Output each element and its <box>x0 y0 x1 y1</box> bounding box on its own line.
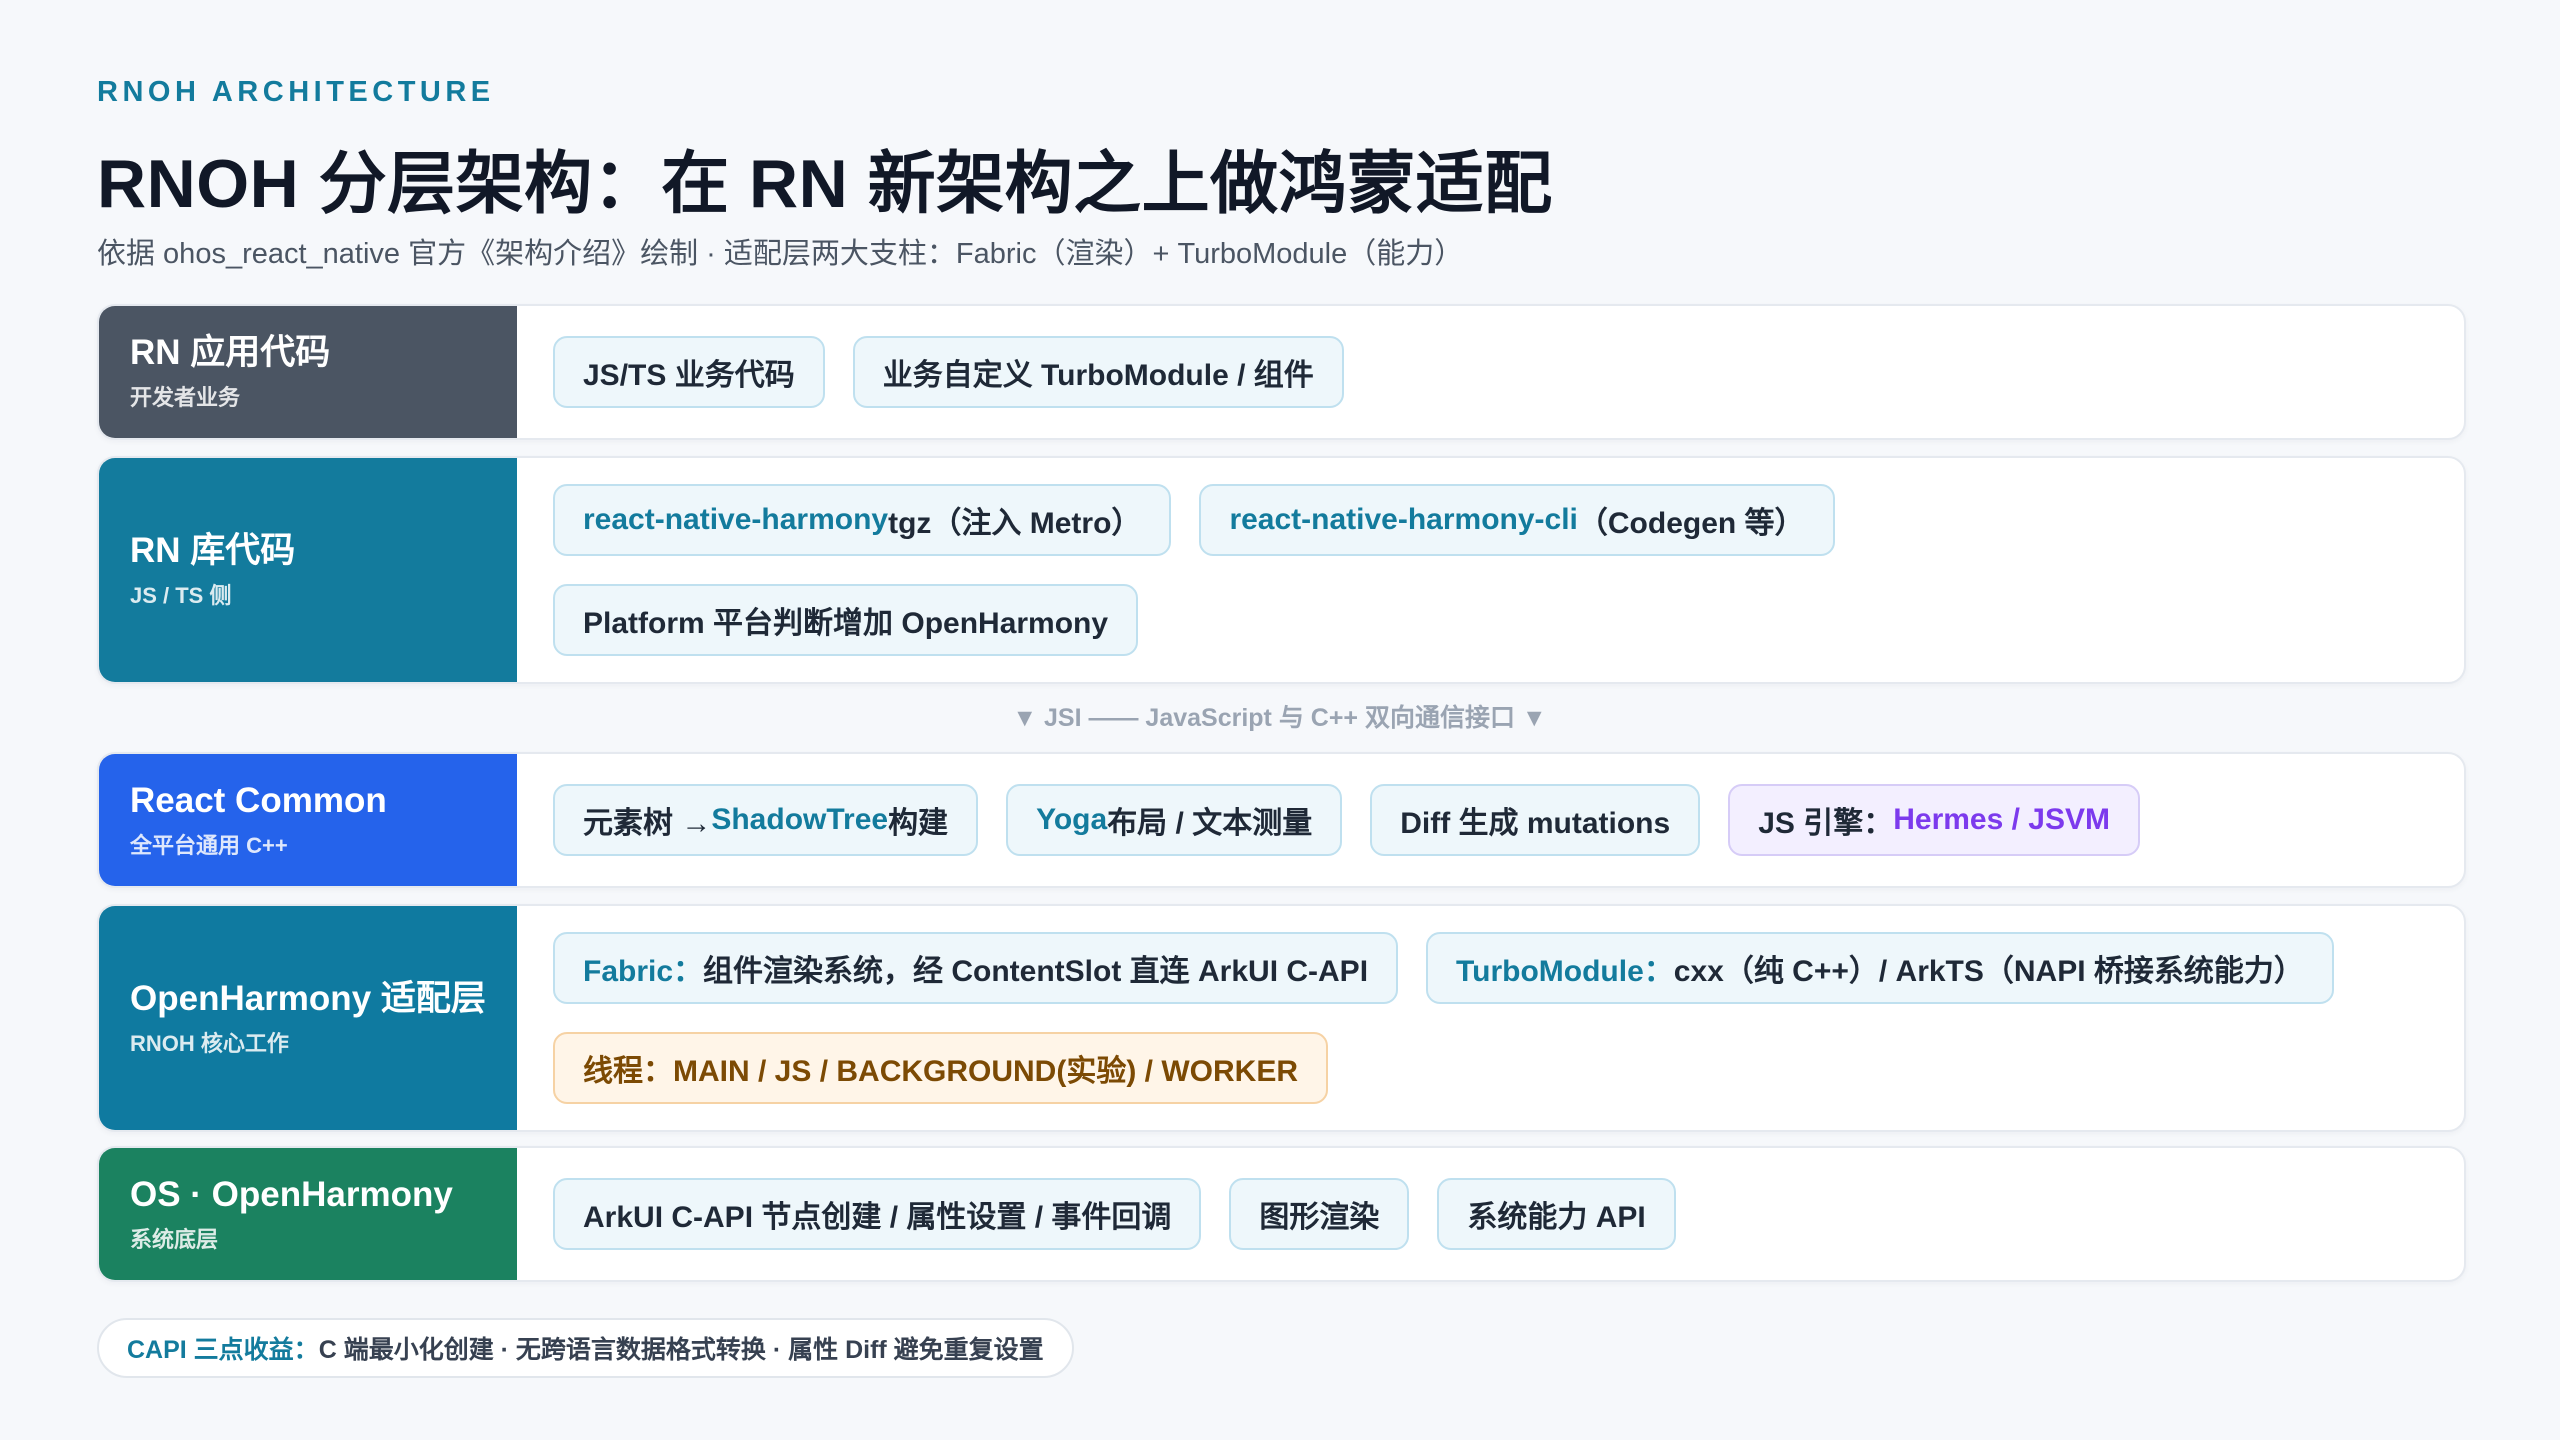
layer-lib: RN 库代码 JS / TS 侧 react-native-harmony tg… <box>97 456 2466 684</box>
chip-text-highlight: ShadowTree <box>711 803 889 836</box>
layer-openharmony-adapter: OpenHarmony 适配层 RNOH 核心工作 Fabric： 组件渲染系统，… <box>97 904 2466 1132</box>
chip-react-native-harmony-cli: react-native-harmony-cli （Codegen 等） <box>1199 484 1835 556</box>
chip-text: 构建 <box>888 807 949 840</box>
layer-adapter-title: OpenHarmony 适配层 <box>130 979 486 1018</box>
chip-js-ts-business-code: JS/TS 业务代码 <box>553 336 825 408</box>
capi-benefits-note: CAPI 三点收益： C 端最小化创建 · 无跨语言数据格式转换 · 属性 Dif… <box>97 1318 1074 1378</box>
chip-text-highlight: react-native-harmony-cli <box>1229 503 1578 536</box>
chip-turbomodule: TurboModule： cxx（纯 C++）/ ArkTS（NAPI 桥接系统能… <box>1426 932 2334 1004</box>
layer-adapter-chips: Fabric： 组件渲染系统，经 ContentSlot 直连 ArkUI C-A… <box>517 906 2464 1130</box>
layer-os: OS · OpenHarmony 系统底层 ArkUI C-API 节点创建 /… <box>97 1146 2466 1282</box>
layer-adapter-label: OpenHarmony 适配层 RNOH 核心工作 <box>99 906 517 1130</box>
layer-common-chips: 元素树 → ShadowTree 构建 Yoga 布局 / 文本测量 Diff … <box>517 754 2464 886</box>
layer-lib-label: RN 库代码 JS / TS 侧 <box>99 458 517 682</box>
layer-app-subtitle: 开发者业务 <box>130 385 241 410</box>
layer-app-label: RN 应用代码 开发者业务 <box>99 306 517 438</box>
chip-text: 布局 / 文本测量 <box>1107 807 1313 840</box>
chip-text: 组件渲染系统，经 ContentSlot 直连 ArkUI C-API <box>703 955 1369 988</box>
capi-benefits-text: C 端最小化创建 · 无跨语言数据格式转换 · 属性 Diff 避免重复设置 <box>318 1336 1044 1364</box>
layer-os-title: OS · OpenHarmony <box>130 1175 453 1214</box>
eyebrow-label: RNOH ARCHITECTURE <box>97 76 495 108</box>
chip-graphics-render: 图形渲染 <box>1229 1178 1410 1250</box>
page-title: RNOH 分层架构：在 RN 新架构之上做鸿蒙适配 <box>97 146 1553 222</box>
chip-diff-mutations: Diff 生成 mutations <box>1370 784 1701 856</box>
chip-text-highlight: Fabric： <box>583 955 704 988</box>
layer-os-subtitle: 系统底层 <box>130 1227 219 1252</box>
chip-text: tgz（注入 Metro） <box>888 507 1142 540</box>
layer-lib-subtitle: JS / TS 侧 <box>130 583 232 608</box>
layer-common-title: React Common <box>130 781 387 820</box>
chip-text: 元素树 → <box>583 807 712 840</box>
chip-text-highlight: TurboModule： <box>1456 955 1674 988</box>
chip-custom-turbomodule: 业务自定义 TurboModule / 组件 <box>852 336 1344 408</box>
chip-text-highlight: react-native-harmony <box>583 503 889 536</box>
layer-common-subtitle: 全平台通用 C++ <box>130 833 288 858</box>
layer-lib-chips: react-native-harmony tgz（注入 Metro） react… <box>517 458 2464 682</box>
layer-app: RN 应用代码 开发者业务 JS/TS 业务代码 业务自定义 TurboModu… <box>97 304 2466 440</box>
chip-text: cxx（纯 C++）/ ArkTS（NAPI 桥接系统能力） <box>1673 955 2304 988</box>
layer-os-chips: ArkUI C-API 节点创建 / 属性设置 / 事件回调 图形渲染 系统能力… <box>517 1148 2464 1280</box>
layer-os-label: OS · OpenHarmony 系统底层 <box>99 1148 517 1280</box>
layer-common-label: React Common 全平台通用 C++ <box>99 754 517 886</box>
chip-text: JS 引擎： <box>1758 807 1894 840</box>
layer-react-common: React Common 全平台通用 C++ 元素树 → ShadowTree … <box>97 752 2466 888</box>
chip-react-native-harmony-tgz: react-native-harmony tgz（注入 Metro） <box>553 484 1172 556</box>
layer-app-title: RN 应用代码 <box>130 333 331 372</box>
layer-lib-title: RN 库代码 <box>130 531 296 570</box>
layer-app-chips: JS/TS 业务代码 业务自定义 TurboModule / 组件 <box>517 306 2464 438</box>
layer-adapter-subtitle: RNOH 核心工作 <box>130 1031 289 1056</box>
chip-arkui-capi: ArkUI C-API 节点创建 / 属性设置 / 事件回调 <box>553 1178 1202 1250</box>
chip-fabric: Fabric： 组件渲染系统，经 ContentSlot 直连 ArkUI C-A… <box>553 932 1399 1004</box>
jsi-divider: ▼ JSI —— JavaScript 与 C++ 双向通信接口 ▼ <box>1012 704 1547 732</box>
chip-js-engine: JS 引擎： Hermes / JSVM <box>1728 784 2141 856</box>
chip-text-highlight: Hermes / JSVM <box>1893 803 2111 836</box>
chip-platform-openharmony: Platform 平台判断增加 OpenHarmony <box>553 584 1139 656</box>
chip-system-api: 系统能力 API <box>1437 1178 1676 1250</box>
page-subtitle: 依据 ohos_react_native 官方《架构介绍》绘制 · 适配层两大支… <box>97 238 1464 270</box>
chip-text-highlight: Yoga <box>1036 803 1108 836</box>
capi-benefits-label: CAPI 三点收益： <box>127 1336 319 1364</box>
chip-yoga-layout: Yoga 布局 / 文本测量 <box>1006 784 1343 856</box>
chip-text: （Codegen 等） <box>1577 507 1805 540</box>
chip-threads: 线程：MAIN / JS / BACKGROUND(实验) / WORKER <box>553 1032 1328 1104</box>
chip-shadowtree: 元素树 → ShadowTree 构建 <box>553 784 979 856</box>
